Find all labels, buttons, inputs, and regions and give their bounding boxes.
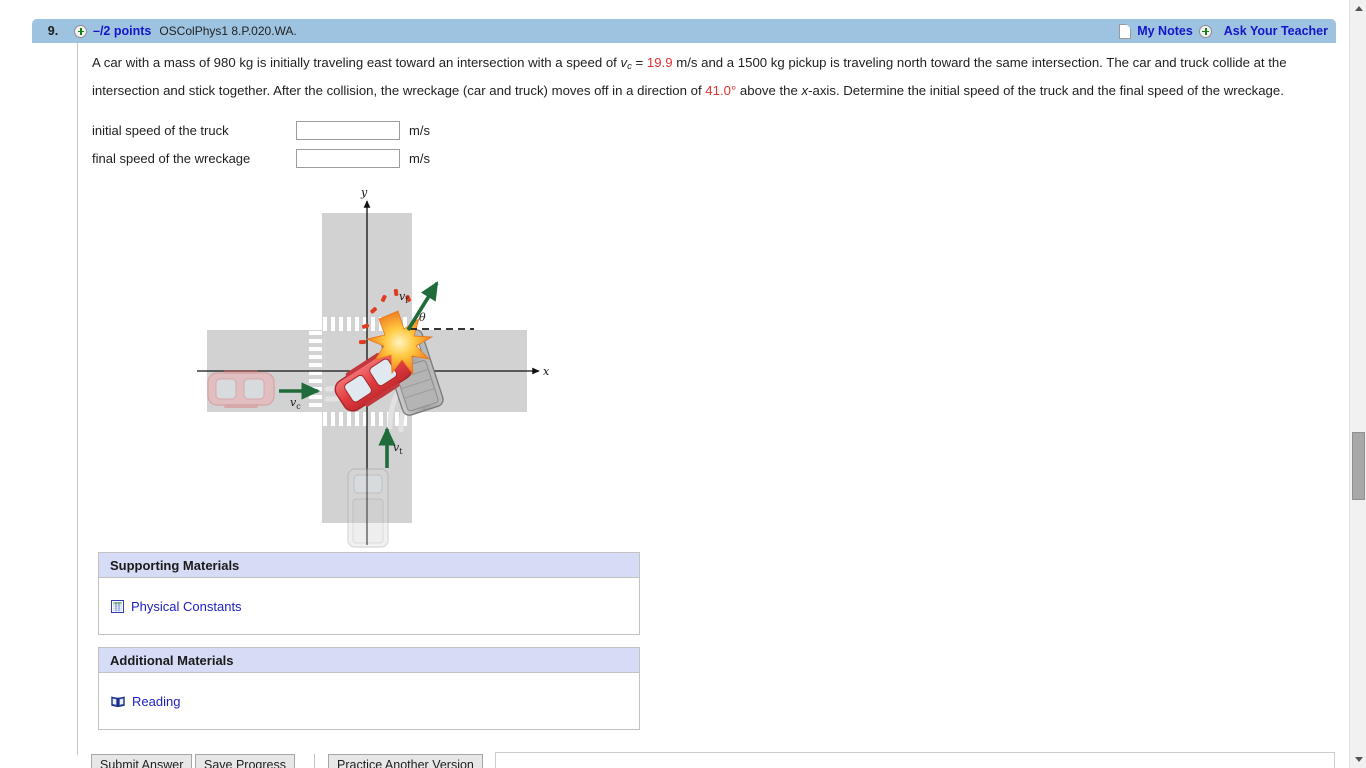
triangle-down-icon <box>1354 757 1363 762</box>
plus-circle-icon[interactable] <box>1198 24 1212 38</box>
plus-circle-icon[interactable] <box>74 24 87 38</box>
table-grid-icon <box>111 599 124 613</box>
response-panel <box>495 752 1335 768</box>
supporting-materials-body: Physical Constants <box>99 578 639 634</box>
triangle-up-icon <box>1354 6 1363 11</box>
final-speed-wreckage-input[interactable] <box>296 149 400 168</box>
question-number: 9. <box>47 24 59 38</box>
question-prompt: A car with a mass of 980 kg is initially… <box>92 51 1320 103</box>
my-notes-link[interactable]: My Notes <box>1137 24 1193 38</box>
initial-speed-truck-input[interactable] <box>296 121 400 140</box>
additional-materials-panel: Additional Materials Reading <box>98 647 640 730</box>
page-root: 9. –/2 points OSColPhys1 8.P.020.WA. My … <box>0 0 1366 768</box>
header-actions: My Notes Ask Your Teacher <box>1119 23 1336 39</box>
angle-theta-label: θ <box>419 311 426 324</box>
open-book-icon <box>111 695 125 708</box>
ghost-car <box>207 370 275 408</box>
note-page-icon[interactable] <box>1119 23 1132 39</box>
reading-link[interactable]: Reading <box>132 694 180 709</box>
question-code: OSColPhys1 8.P.020.WA. <box>159 24 297 38</box>
question-body: A car with a mass of 980 kg is initially… <box>77 43 1336 755</box>
toolbar-divider <box>314 754 315 768</box>
ghost-truck <box>347 468 389 548</box>
physical-constants-link[interactable]: Physical Constants <box>131 599 242 614</box>
answer-label: initial speed of the truck <box>92 123 229 138</box>
answer-row-truck-speed: initial speed of the truck m/s <box>92 121 430 140</box>
prompt-part-4: -axis. Determine the initial speed of th… <box>808 83 1284 98</box>
additional-materials-body: Reading <box>99 673 639 729</box>
prompt-part-3: above the <box>736 83 802 98</box>
equals-sign: = <box>631 55 647 70</box>
scroll-up-button[interactable] <box>1350 0 1366 17</box>
car-speed-value: 19.9 <box>646 55 673 70</box>
additional-materials-title: Additional Materials <box>99 648 639 673</box>
scroll-thumb[interactable] <box>1352 432 1365 500</box>
question-action-bar: Submit Answer Save Progress Practice Ano… <box>77 750 1336 768</box>
practice-another-version-button[interactable]: Practice Another Version <box>328 754 483 768</box>
answer-unit: m/s <box>409 123 430 138</box>
supporting-materials-title: Supporting Materials <box>99 553 639 578</box>
answer-row-wreckage-speed: final speed of the wreckage m/s <box>92 149 430 168</box>
ask-your-teacher-link[interactable]: Ask Your Teacher <box>1224 24 1328 38</box>
axis-label-x: x <box>543 365 550 378</box>
save-progress-button[interactable]: Save Progress <box>195 754 295 768</box>
scroll-down-button[interactable] <box>1350 751 1366 768</box>
question-header-bar: 9. –/2 points OSColPhys1 8.P.020.WA. My … <box>32 19 1336 43</box>
points-label: –/2 points <box>93 24 152 38</box>
page-scrollbar[interactable] <box>1349 0 1366 768</box>
submit-answer-button[interactable]: Submit Answer <box>91 754 193 768</box>
intersection-collision-diagram: y x vf θ vc vt <box>194 183 554 553</box>
answer-label: final speed of the wreckage <box>92 151 251 166</box>
axis-label-y: y <box>360 186 368 199</box>
answer-unit: m/s <box>409 151 430 166</box>
angle-value: 41.0° <box>705 83 737 98</box>
supporting-materials-panel: Supporting Materials Physical Constants <box>98 552 640 635</box>
prompt-part-1: A car with a mass of 980 kg is initially… <box>92 55 621 70</box>
